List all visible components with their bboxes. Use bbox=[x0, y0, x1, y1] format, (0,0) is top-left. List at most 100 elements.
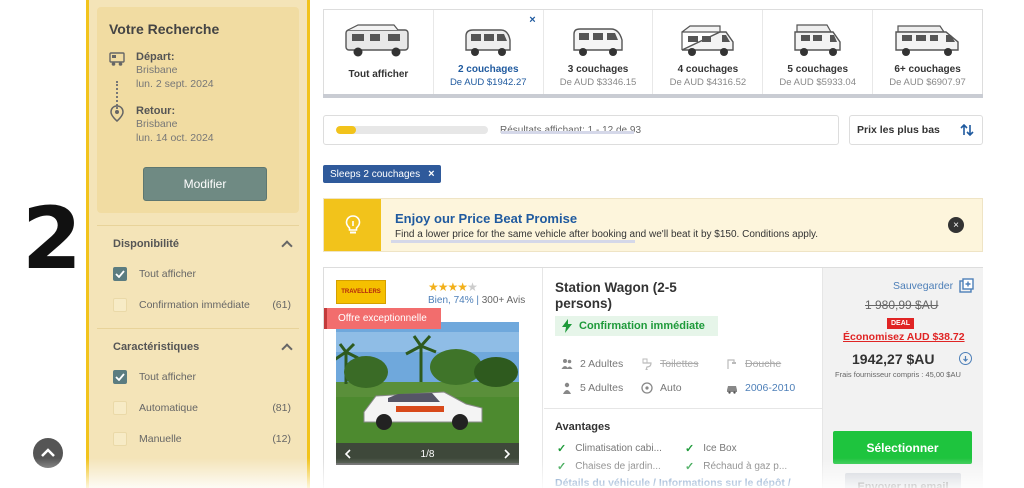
sort-arrows-icon bbox=[960, 124, 974, 136]
filter-option[interactable]: Tout afficher bbox=[97, 258, 299, 289]
tab-3-sleeps[interactable]: 3 couchages De AUD $3346.15 bbox=[544, 10, 654, 97]
motorhome-icon bbox=[763, 20, 872, 58]
star-filled-icon: ★ bbox=[447, 280, 459, 294]
spec-shower: Douche bbox=[726, 358, 781, 370]
seat-icon bbox=[563, 382, 571, 394]
annotation-underline bbox=[391, 240, 635, 243]
sort-dropdown[interactable]: Prix les plus bas bbox=[849, 115, 983, 145]
tab-6plus-sleeps[interactable]: 6+ couchages De AUD $6907.97 bbox=[873, 10, 982, 97]
price-beat-banner: Enjoy our Price Beat Promise Find a lowe… bbox=[323, 198, 983, 252]
save-label: Sauvegarder bbox=[893, 279, 954, 292]
spec-value: Toilettes bbox=[660, 358, 699, 370]
availability-header[interactable]: Disponibilité bbox=[97, 226, 299, 258]
checkmark-icon bbox=[115, 269, 125, 278]
spec-value: Douche bbox=[745, 358, 782, 370]
rating-summary[interactable]: Bien, 74% | 300+ Avis bbox=[428, 295, 525, 306]
motorhome-icon bbox=[873, 20, 982, 58]
close-icon[interactable]: × bbox=[529, 14, 535, 26]
features-header[interactable]: Caractéristiques bbox=[97, 329, 299, 361]
tab-price: De AUD $4316.52 bbox=[669, 77, 747, 88]
van-icon bbox=[544, 20, 653, 58]
annotation-underline bbox=[501, 131, 634, 134]
results-bar: Résultats affichant: 1 - 12 de 93 bbox=[323, 115, 839, 145]
shower-icon bbox=[727, 359, 736, 369]
deal-badge: DEAL bbox=[887, 318, 915, 329]
lightbulb-icon bbox=[324, 199, 381, 251]
star-filled-icon: ★ bbox=[457, 280, 468, 294]
chevron-up-icon bbox=[281, 343, 293, 355]
tab-5-sleeps[interactable]: 5 couchages De AUD $5933.04 bbox=[763, 10, 874, 97]
info-icon[interactable] bbox=[959, 352, 972, 365]
vehicle-name[interactable]: Station Wagon (2-5 persons) bbox=[555, 280, 715, 312]
availability-filter: Disponibilité Tout afficher Confirmation… bbox=[97, 225, 299, 320]
supplier-logo: TRAVELLERS bbox=[336, 280, 386, 304]
features-filter: Caractéristiques Tout afficher Automatiq… bbox=[97, 328, 299, 454]
tab-show-all[interactable]: Tout afficher bbox=[324, 10, 434, 97]
filter-count: (61) bbox=[272, 298, 291, 311]
advantage-item: ✓ Réchaud à gaz p... bbox=[685, 460, 787, 473]
filter-label: Manuelle bbox=[139, 432, 182, 445]
advantage-label: Ice Box bbox=[703, 443, 737, 454]
checkbox-checked[interactable] bbox=[113, 266, 127, 281]
advantage-label: Chaises de jardin... bbox=[575, 461, 661, 472]
vehicle-size-tabs: Tout afficher 2 couchages De AUD $1942.2… bbox=[323, 9, 983, 98]
close-icon[interactable]: × bbox=[948, 217, 964, 233]
chevron-right-icon[interactable] bbox=[503, 449, 511, 459]
spec-value: 2006-2010 bbox=[745, 382, 796, 394]
check-icon: ✓ bbox=[685, 461, 695, 473]
banner-text: Enjoy our Price Beat Promise Find a lowe… bbox=[381, 199, 818, 251]
check-icon: ✓ bbox=[685, 443, 695, 455]
rating-score: Bien, 74% | bbox=[428, 295, 479, 306]
photo-carousel-nav: 1/8 bbox=[336, 443, 519, 465]
step-number: 2 bbox=[22, 189, 82, 289]
filter-label: Automatique bbox=[139, 401, 198, 414]
checkbox[interactable] bbox=[113, 400, 127, 415]
chevron-up-icon bbox=[41, 448, 55, 457]
checkbox[interactable] bbox=[113, 431, 127, 446]
lightning-icon bbox=[562, 319, 572, 333]
toilet-icon bbox=[642, 358, 652, 370]
save-button[interactable]: Sauvegarder bbox=[893, 278, 974, 293]
filter-option[interactable]: Tout afficher bbox=[97, 361, 299, 392]
advantage-label: Climatisation cabi... bbox=[575, 443, 662, 454]
scroll-to-top-button[interactable] bbox=[33, 438, 63, 468]
sort-label: Prix les plus bas bbox=[857, 124, 940, 136]
departure-city: Brisbane bbox=[136, 64, 178, 76]
tabs-underline bbox=[323, 94, 983, 98]
checkmark-icon bbox=[115, 372, 125, 381]
send-email-button[interactable]: Envoyer un email bbox=[845, 473, 961, 488]
search-summary: Votre Recherche Départ: Brisbane lun. 2 … bbox=[97, 7, 299, 213]
vehicle-details-link[interactable]: Détails du véhicule / Informations sur l… bbox=[555, 477, 791, 488]
van-icon bbox=[434, 20, 543, 58]
return-date: lun. 14 oct. 2024 bbox=[136, 132, 214, 144]
modify-search-button[interactable]: Modifier bbox=[143, 167, 267, 201]
chip-label: Sleeps 2 couchages bbox=[330, 168, 421, 180]
availability-title: Disponibilité bbox=[113, 238, 179, 250]
checkbox-checked[interactable] bbox=[113, 369, 127, 384]
tab-4-sleeps[interactable]: 4 couchages De AUD $4316.52 bbox=[653, 10, 764, 97]
return-info: Retour: Brisbane lun. 14 oct. 2024 bbox=[109, 105, 287, 145]
close-icon[interactable]: × bbox=[428, 168, 434, 180]
filter-option[interactable]: Automatique (81) bbox=[97, 392, 299, 423]
filter-label: Tout afficher bbox=[139, 370, 197, 383]
tab-2-sleeps[interactable]: 2 couchages De AUD $1942.27 × bbox=[433, 10, 544, 98]
checkbox[interactable] bbox=[113, 297, 127, 312]
tab-label: 2 couchages bbox=[457, 64, 519, 75]
select-button[interactable]: Sélectionner bbox=[833, 431, 972, 464]
spec-sleeps: 2 Adultes bbox=[561, 358, 623, 370]
search-title: Votre Recherche bbox=[109, 21, 220, 37]
active-filter-chip[interactable]: Sleeps 2 couchages × bbox=[323, 165, 441, 183]
spec-toilet: Toilettes bbox=[641, 358, 699, 370]
chevron-left-icon[interactable] bbox=[344, 449, 352, 459]
advantages-title: Avantages bbox=[555, 421, 611, 433]
banner-body: Find a lower price for the same vehicle … bbox=[395, 229, 819, 240]
filter-option[interactable]: Confirmation immédiate (61) bbox=[97, 289, 299, 320]
card-media: TRAVELLERS ★★★★★ Bien, 74% | 300+ Avis O… bbox=[324, 268, 543, 488]
page: 2 Votre Recherche Départ: Brisbane lun. … bbox=[0, 0, 1024, 488]
vehicle-photo[interactable] bbox=[336, 322, 519, 463]
filter-option[interactable]: Manuelle (12) bbox=[97, 423, 299, 454]
star-empty-icon: ★ bbox=[467, 280, 478, 294]
original-price: 1 980,99 $AU bbox=[865, 298, 939, 312]
campervan-icon bbox=[109, 51, 126, 72]
spec-transmission: Auto bbox=[641, 382, 682, 394]
